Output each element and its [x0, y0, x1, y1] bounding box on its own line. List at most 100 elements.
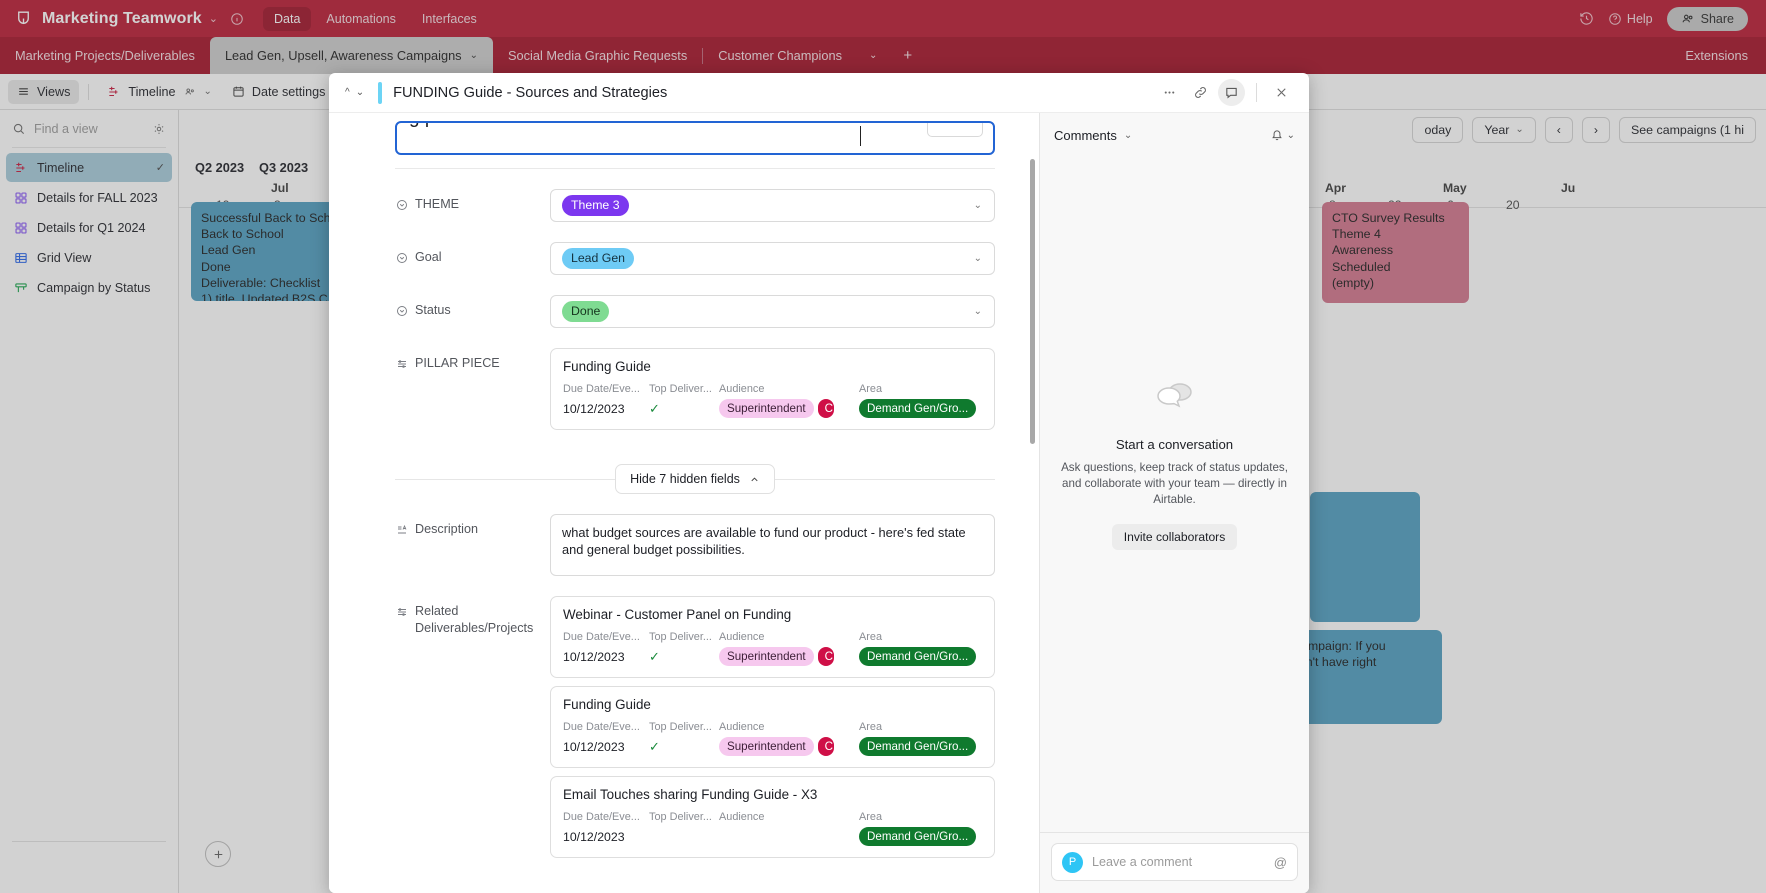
column-header: Due Date/Eve... [563, 631, 640, 643]
linked-record-icon [395, 605, 408, 618]
field-label-theme: THEME [395, 189, 550, 213]
column-header: Area [859, 383, 883, 395]
status-select[interactable]: Done ⌄ [550, 295, 995, 328]
field-label-status: Status [395, 295, 550, 319]
comment-icon[interactable] [1218, 79, 1245, 106]
column-header: Top Deliver... [649, 721, 712, 733]
primary-field-input[interactable]: g p [395, 121, 995, 155]
comment-input[interactable]: P Leave a comment @ [1051, 843, 1298, 881]
record-nav-next: ⌄ [356, 88, 364, 98]
chevron-down-icon[interactable]: ⌄ [1124, 130, 1132, 141]
column-header: Top Deliver... [649, 631, 712, 643]
field-label-description: Description [395, 514, 550, 538]
column-header: Due Date/Eve... [563, 811, 640, 823]
audience-tag-extra: CT [817, 737, 834, 756]
chevron-down-icon[interactable]: ⌄ [974, 253, 982, 264]
record-fields-pane[interactable]: g p THEME [329, 113, 1039, 893]
column-header: Audience [719, 811, 765, 823]
linked-record-card[interactable]: Funding Guide Due Date/Eve... Top Delive… [550, 686, 995, 768]
checkmark-icon: ✓ [649, 648, 660, 664]
invite-collaborators-button[interactable]: Invite collaborators [1111, 524, 1238, 550]
goal-select[interactable]: Lead Gen ⌄ [550, 242, 995, 275]
column-header: Top Deliver... [649, 383, 712, 395]
at-icon[interactable]: @ [1274, 855, 1287, 870]
linked-record-card[interactable]: Webinar - Customer Panel on Funding Due … [550, 596, 995, 678]
linked-record-card[interactable]: Email Touches sharing Funding Guide - X3… [550, 776, 995, 858]
record-color-accent [378, 81, 383, 104]
column-header: Due Date/Eve... [563, 721, 640, 733]
single-select-icon [395, 198, 408, 211]
chevron-down-icon: ⌄ [1286, 129, 1295, 141]
field-control-theme: Theme 3 ⌄ [550, 189, 995, 222]
description-textarea[interactable]: what budget sources are available to fun… [550, 514, 995, 576]
single-select-icon [395, 304, 408, 317]
field-row-theme: THEME Theme 3 ⌄ [395, 189, 995, 222]
linked-record-grid: Due Date/Eve... Top Deliver... Audience … [563, 721, 982, 756]
field-label-text: THEME [415, 197, 460, 211]
audience-tag-extra: CT [817, 647, 834, 666]
theme-select[interactable]: Theme 3 ⌄ [550, 189, 995, 222]
area-tag: Demand Gen/Gro... [859, 647, 977, 666]
column-header: Area [859, 631, 883, 643]
due-date-value: 10/12/2023 [563, 739, 625, 754]
notifications-toggle[interactable]: ⌄ [1270, 128, 1295, 142]
comment-composer: P Leave a comment @ [1040, 832, 1309, 893]
modal-body: g p THEME [329, 113, 1309, 893]
close-icon[interactable] [1268, 79, 1295, 106]
hide-hidden-fields-button[interactable]: Hide 7 hidden fields [615, 464, 775, 494]
modal-header: ^ ⌄ FUNDING Guide - Sources and Strategi… [329, 73, 1309, 113]
field-label-related-deliverables: Related Deliverables/Projects [395, 596, 550, 637]
field-control-pillar-piece: Funding Guide Due Date/Eve... Top Delive… [550, 348, 995, 438]
field-row-description: Description what budget sources are avai… [395, 514, 995, 576]
column-header: Audience [719, 383, 765, 395]
ellipsis-icon[interactable] [1156, 79, 1183, 106]
linked-record-grid: Due Date/Eve... Top Deliver... Audience … [563, 811, 982, 846]
linked-record-card[interactable]: Funding Guide Due Date/Eve... Top Delive… [550, 348, 995, 430]
area-tag: Demand Gen/Gro... [859, 827, 977, 846]
checkmark-icon: ✓ [649, 738, 660, 754]
chevron-down-icon[interactable]: ⌄ [974, 200, 982, 211]
field-label-text: Status [415, 303, 451, 317]
link-icon[interactable] [1187, 79, 1214, 106]
audience-tag: Superintendent [719, 647, 814, 666]
field-row-related-deliverables: Related Deliverables/Projects Webinar - … [395, 596, 995, 866]
field-row-status: Status Done ⌄ [395, 295, 995, 328]
due-date-value: 10/12/2023 [563, 401, 625, 416]
field-label-text: Description [415, 522, 478, 536]
linked-record-title: Funding Guide [563, 697, 651, 712]
comments-header: Comments ⌄ ⌄ [1040, 113, 1309, 157]
field-divider [395, 168, 995, 169]
column-header: Audience [719, 721, 765, 733]
field-row-goal: Goal Lead Gen ⌄ [395, 242, 995, 275]
hidden-fields-line-left [395, 478, 616, 480]
column-header: Audience [719, 631, 765, 643]
chevron-up-icon [751, 476, 758, 481]
column-header: Top Deliver... [649, 811, 712, 823]
empty-state-title: Start a conversation [1115, 437, 1234, 452]
avatar: P [1062, 851, 1083, 873]
field-label-text: Related Deliverables/Projects [415, 604, 534, 635]
column-header: Area [859, 811, 883, 823]
checkmark-icon: ✓ [649, 400, 660, 416]
chevron-up-icon[interactable]: ^ [345, 88, 350, 98]
comments-title: Comments [1054, 127, 1117, 143]
record-title[interactable]: FUNDING Guide - Sources and Strategies [393, 85, 667, 101]
linked-record-icon [395, 357, 408, 370]
comments-empty-state: Start a conversation Ask questions, keep… [1040, 157, 1309, 832]
expanded-record-modal: ^ ⌄ FUNDING Guide - Sources and Strategi… [329, 73, 1309, 893]
modal-action-divider [1256, 83, 1257, 102]
comment-placeholder: Leave a comment [1092, 855, 1193, 869]
field-label-goal: Goal [395, 242, 550, 266]
fields-scrollbar[interactable] [1030, 159, 1035, 444]
chevron-down-icon[interactable]: ⌄ [974, 306, 982, 317]
linked-record-grid: Due Date/Eve... Top Deliver... Audience … [563, 383, 982, 418]
field-control-related-deliverables: Webinar - Customer Panel on Funding Due … [550, 596, 995, 866]
empty-state-body: Ask questions, keep track of status upda… [1061, 461, 1288, 506]
long-text-icon [395, 523, 408, 536]
column-header: Due Date/Eve... [563, 383, 640, 395]
single-select-icon [395, 251, 408, 264]
chevron-down-icon[interactable]: ⌄ [356, 88, 364, 98]
audience-tag-extra: CT [817, 399, 834, 418]
modal-actions [1156, 79, 1295, 106]
linked-record-title: Email Touches sharing Funding Guide - X3 [563, 787, 818, 802]
